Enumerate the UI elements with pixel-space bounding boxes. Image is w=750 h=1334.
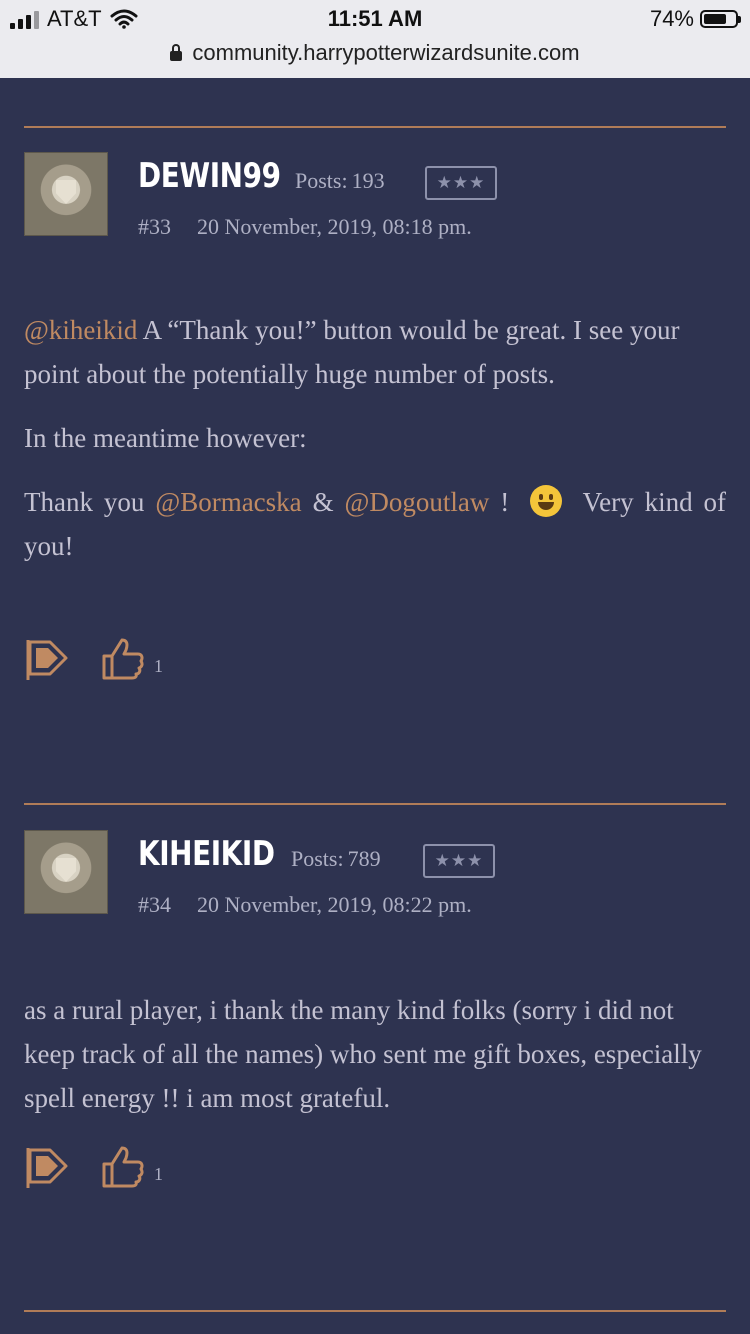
url-text: community.harrypotterwizardsunite.com — [192, 40, 580, 65]
post-body: @kiheikid A “Thank you!” button would be… — [24, 315, 726, 561]
report-flag-icon[interactable] — [24, 1144, 70, 1190]
post-date: 20 November, 2019, 08:18 pm. — [197, 214, 472, 239]
like-count: 1 — [154, 1164, 163, 1184]
username[interactable]: DEWIN99 — [138, 156, 281, 196]
mention-link[interactable]: @kiheikid — [24, 315, 137, 345]
report-flag-icon[interactable] — [24, 636, 70, 682]
mention-link[interactable]: @Bormacska — [155, 487, 301, 517]
post-divider — [24, 803, 726, 805]
post-body: as a rural player, i thank the many kind… — [24, 995, 702, 1113]
thumbs-up-icon[interactable] — [100, 636, 146, 682]
post-meta: #34 20 November, 2019, 08:22 pm. — [138, 892, 472, 918]
post-divider — [24, 1310, 726, 1312]
battery-icon — [700, 10, 741, 28]
post-divider — [24, 126, 726, 128]
mention-link[interactable]: @Dogoutlaw — [345, 487, 490, 517]
thumbs-up-icon[interactable] — [100, 1144, 146, 1190]
rank-badge: ★★★ — [423, 844, 495, 878]
lock-icon — [170, 44, 183, 61]
rank-badge: ★★★ — [425, 166, 497, 200]
battery-percent: 74% — [649, 6, 694, 31]
post-date: 20 November, 2019, 08:22 pm. — [197, 892, 472, 917]
avatar[interactable] — [24, 152, 108, 236]
post-count: Posts: 789 — [291, 846, 381, 871]
hogwarts-crest-icon — [56, 858, 76, 882]
post-meta: #33 20 November, 2019, 08:18 pm. — [138, 214, 472, 240]
address-bar[interactable]: community.harrypotterwizardsunite.com — [0, 40, 750, 66]
post-number[interactable]: #34 — [138, 892, 171, 917]
grinning-emoji-icon — [530, 485, 563, 517]
hogwarts-crest-icon — [56, 180, 76, 204]
post-number[interactable]: #33 — [138, 214, 171, 239]
clock: 11:51 AM — [327, 6, 423, 31]
avatar[interactable] — [24, 830, 108, 914]
username[interactable]: KIHEIKID — [138, 834, 275, 874]
status-bar: AT&T 11:51 AM 74% community.harrypotterw… — [0, 0, 750, 78]
battery-indicator: 74% — [649, 6, 741, 32]
post-count: Posts: 193 — [295, 168, 385, 193]
like-count: 1 — [154, 656, 163, 676]
